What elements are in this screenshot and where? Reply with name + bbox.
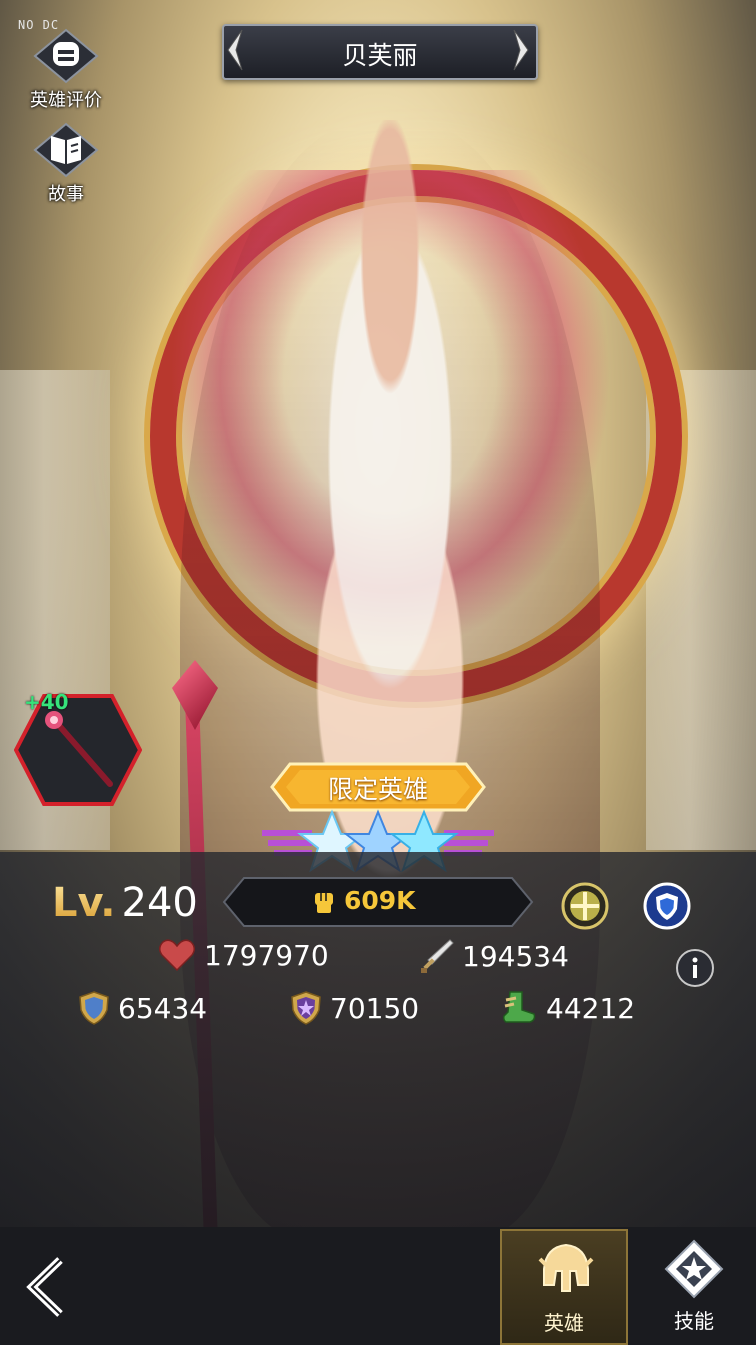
fist-icon	[315, 893, 333, 913]
book-icon	[31, 122, 101, 178]
defense-value: 65434	[118, 991, 208, 1025]
hero-review-button[interactable]: 英雄评价	[22, 28, 110, 112]
speed-value: 44212	[546, 991, 636, 1025]
equipment-slot[interactable]: +40	[14, 690, 142, 808]
class-button[interactable]	[561, 882, 609, 930]
attack-value: 194534	[462, 939, 569, 973]
sword-icon	[421, 939, 454, 973]
helmet-icon	[534, 1241, 598, 1301]
tab-skill-label: 技能	[674, 1309, 714, 1333]
chevron-left-icon	[227, 29, 243, 71]
chevron-right-icon	[513, 29, 529, 71]
tab-skill[interactable]: 技能	[630, 1229, 756, 1345]
blue-shield-icon	[79, 991, 109, 1025]
info-icon	[676, 949, 714, 987]
heart-icon	[159, 939, 195, 972]
chat-bubble-icon	[31, 28, 101, 84]
story-label: 故事	[48, 184, 84, 205]
stat-speed: 44212	[500, 990, 635, 1026]
equipment-enhance-level: +40	[24, 690, 69, 714]
skill-star-icon	[662, 1239, 726, 1299]
hp-value: 1797970	[204, 938, 329, 972]
power-value: 609K	[344, 886, 416, 915]
prev-hero-button[interactable]	[224, 28, 246, 72]
stat-magic-defense: 70150	[290, 990, 419, 1026]
story-button[interactable]: 故事	[22, 122, 110, 206]
tab-hero[interactable]: 英雄	[500, 1229, 628, 1345]
combat-power: 609K	[222, 876, 534, 928]
hero-level: Lv. 240	[52, 880, 198, 926]
purple-shield-icon	[291, 991, 321, 1025]
hero-name-bar: 贝芙丽	[222, 24, 538, 80]
next-hero-button[interactable]	[510, 28, 532, 72]
hero-name: 贝芙丽	[342, 41, 418, 70]
level-value: 240	[121, 880, 198, 926]
shield-icon	[643, 882, 691, 930]
faction-button[interactable]	[643, 882, 691, 930]
limited-hero-label: 限定英雄	[327, 775, 428, 804]
hero-review-label: 英雄评价	[30, 90, 102, 111]
stat-attack: 194534	[420, 938, 569, 974]
boot-icon	[503, 991, 536, 1023]
stat-hp: 1797970	[158, 938, 329, 972]
stat-defense: 65434	[78, 990, 207, 1026]
level-prefix: Lv.	[52, 880, 116, 926]
magic-defense-value: 70150	[330, 991, 420, 1025]
back-button[interactable]	[22, 1252, 70, 1322]
info-button[interactable]	[675, 948, 715, 988]
tab-hero-label: 英雄	[544, 1311, 584, 1335]
holy-cross-icon	[561, 882, 609, 930]
back-arrow-icon	[26, 1257, 63, 1317]
